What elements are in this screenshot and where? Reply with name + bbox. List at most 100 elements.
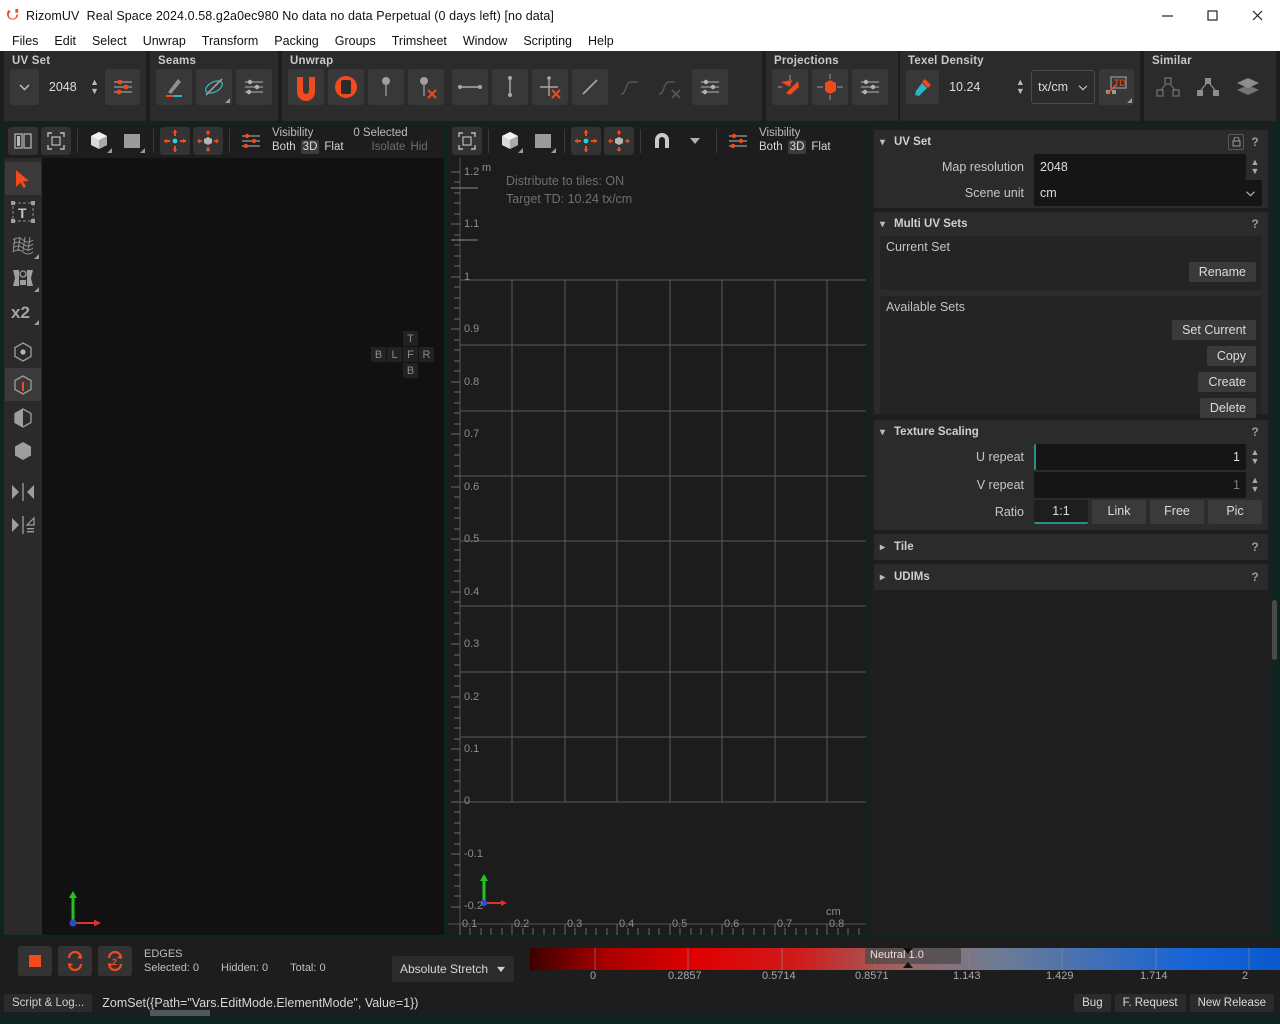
close-button[interactable]: [1235, 0, 1280, 31]
panel-section-udims-header[interactable]: ▸ UDIMs ?: [874, 564, 1268, 590]
chevron-down-icon[interactable]: ▾: [880, 137, 894, 148]
cut-tool-button[interactable]: [156, 69, 192, 105]
seams-settings-button[interactable]: [236, 69, 272, 105]
chevron-right-icon[interactable]: ▸: [880, 572, 894, 583]
visibility-mode-flat-3d[interactable]: Flat: [324, 140, 343, 154]
visibility-mode-3d-3d[interactable]: 3D: [301, 140, 320, 154]
brush-tool-button[interactable]: [5, 228, 41, 261]
unwrap-o-button[interactable]: [328, 69, 364, 105]
panel-section-multi-uv-sets-help[interactable]: ?: [1248, 217, 1262, 231]
menu-item-transform[interactable]: Transform: [202, 34, 259, 48]
copy-button[interactable]: Copy: [1207, 346, 1256, 366]
uvset-resolution-stepper[interactable]: ▲▼: [88, 70, 101, 104]
texel-density-unit-select[interactable]: tx/cm: [1031, 70, 1095, 104]
uvset-resolution-field[interactable]: 2048: [43, 70, 84, 104]
map-resolution-stepper[interactable]: ▲▼: [1248, 158, 1262, 176]
straighten-horizontal-button[interactable]: [452, 69, 488, 105]
visibility-mode-flat-uv[interactable]: Flat: [811, 140, 830, 154]
feature-request-button[interactable]: F. Request: [1115, 994, 1186, 1012]
taskbar-item[interactable]: [150, 1010, 210, 1016]
u-repeat-stepper[interactable]: ▲▼: [1248, 448, 1262, 466]
lock-icon[interactable]: [1228, 134, 1244, 150]
unpin-button[interactable]: [408, 69, 444, 105]
pin-button[interactable]: [368, 69, 404, 105]
delete-button[interactable]: Delete: [1200, 398, 1256, 418]
mirror-tool-button[interactable]: [5, 261, 41, 294]
available-sets-box[interactable]: Available Sets Set Current Copy Create D…: [880, 296, 1262, 414]
menu-item-unwrap[interactable]: Unwrap: [143, 34, 186, 48]
navcube-top[interactable]: T: [403, 331, 418, 346]
navcube-right[interactable]: R: [419, 347, 434, 362]
chevron-down-icon[interactable]: ▾: [880, 427, 894, 438]
select-similar-filled-button[interactable]: [1190, 69, 1226, 105]
island-mode-button[interactable]: [5, 434, 41, 467]
weld-tool-button[interactable]: [196, 69, 232, 105]
visibility-settings-button-3d[interactable]: [236, 127, 266, 155]
maximize-button[interactable]: [1190, 0, 1235, 31]
symmetry-tool-button[interactable]: [5, 475, 41, 508]
u-repeat-input[interactable]: 1: [1034, 444, 1246, 470]
uvset-dropdown-button[interactable]: [10, 69, 39, 105]
hide-button-3d[interactable]: Hid: [410, 140, 427, 154]
split-view-button[interactable]: [8, 127, 38, 155]
straighten-vertical-button[interactable]: [492, 69, 528, 105]
minimize-button[interactable]: [1145, 0, 1190, 31]
text-tool-button[interactable]: T: [5, 195, 41, 228]
panel-section-uv-set-help[interactable]: ?: [1248, 135, 1262, 149]
fit-selection-button-uv[interactable]: [604, 127, 634, 155]
chevron-right-icon[interactable]: ▸: [880, 542, 894, 553]
v-repeat-input[interactable]: 1: [1034, 472, 1246, 498]
menu-item-select[interactable]: Select: [92, 34, 127, 48]
set-current-button[interactable]: Set Current: [1172, 320, 1256, 340]
chevron-down-icon[interactable]: ▾: [880, 219, 894, 230]
visibility-mode-both-uv[interactable]: Both: [759, 140, 783, 154]
bug-button[interactable]: Bug: [1074, 994, 1110, 1012]
panel-section-texture-scaling-help[interactable]: ?: [1248, 425, 1262, 439]
ratio-option-pic[interactable]: Pic: [1208, 500, 1262, 524]
repeat-2-button[interactable]: 2: [98, 946, 132, 976]
menu-item-trimsheet[interactable]: Trimsheet: [392, 34, 447, 48]
script-log-tab[interactable]: Script & Log...: [4, 994, 92, 1012]
fit-selection-button[interactable]: [193, 127, 223, 155]
menu-item-window[interactable]: Window: [463, 34, 507, 48]
stop-record-button[interactable]: [18, 946, 52, 976]
unwrap-u-button[interactable]: [288, 69, 324, 105]
menu-item-files[interactable]: Files: [12, 34, 38, 48]
box-projection-button[interactable]: [812, 69, 848, 105]
panel-section-tile-help[interactable]: ?: [1248, 540, 1262, 554]
edge-mode-button[interactable]: [5, 368, 41, 401]
menu-item-scripting[interactable]: Scripting: [523, 34, 572, 48]
center-pivot-button-uv[interactable]: [571, 127, 601, 155]
unfold-projection-button[interactable]: [772, 69, 808, 105]
viewport-uv[interactable]: 1.2 m 1.1 1 0.9 0.8 0.7 0.6 0.5 0.4 0.3 …: [448, 158, 866, 935]
visibility-mode-both-3d[interactable]: Both: [272, 140, 296, 154]
menu-item-packing[interactable]: Packing: [274, 34, 318, 48]
ratio-option-free[interactable]: Free: [1150, 500, 1204, 524]
stretch-gradient[interactable]: Neutral 1.0 0 0.2857 0.5714 0.8571 1.143…: [530, 948, 1280, 970]
frame-all-button-uv[interactable]: [452, 127, 482, 155]
panel-section-tile-header[interactable]: ▸ Tile ?: [874, 534, 1268, 560]
create-button[interactable]: Create: [1198, 372, 1256, 392]
visibility-settings-button-uv[interactable]: [723, 127, 753, 155]
texel-density-apply-button[interactable]: TD: [1099, 69, 1134, 105]
repeat-button[interactable]: [58, 946, 92, 976]
scene-unit-select[interactable]: cm: [1034, 180, 1262, 206]
curve-button[interactable]: [612, 69, 648, 105]
viewport-3d[interactable]: T B L F R B: [4, 158, 444, 935]
curve-remove-button[interactable]: [652, 69, 688, 105]
navcube-bottom[interactable]: B: [403, 363, 418, 378]
projection-settings-button[interactable]: [852, 69, 888, 105]
center-pivot-button[interactable]: [160, 127, 190, 155]
texel-density-stepper[interactable]: ▲▼: [1014, 70, 1028, 104]
texel-density-picker-button[interactable]: [906, 70, 939, 104]
right-panel-scrollbar[interactable]: [1272, 600, 1277, 660]
new-release-button[interactable]: New Release: [1190, 994, 1274, 1012]
symmetry-list-tool-button[interactable]: [5, 508, 41, 541]
magnet-snap-button[interactable]: [647, 127, 677, 155]
navcube-front[interactable]: F: [403, 347, 418, 362]
select-similar-hollow-button[interactable]: [1150, 69, 1186, 105]
panel-section-udims-help[interactable]: ?: [1248, 570, 1262, 584]
shaded-cube-button[interactable]: [84, 127, 114, 155]
menu-item-groups[interactable]: Groups: [335, 34, 376, 48]
unwrap-settings-button[interactable]: [692, 69, 728, 105]
